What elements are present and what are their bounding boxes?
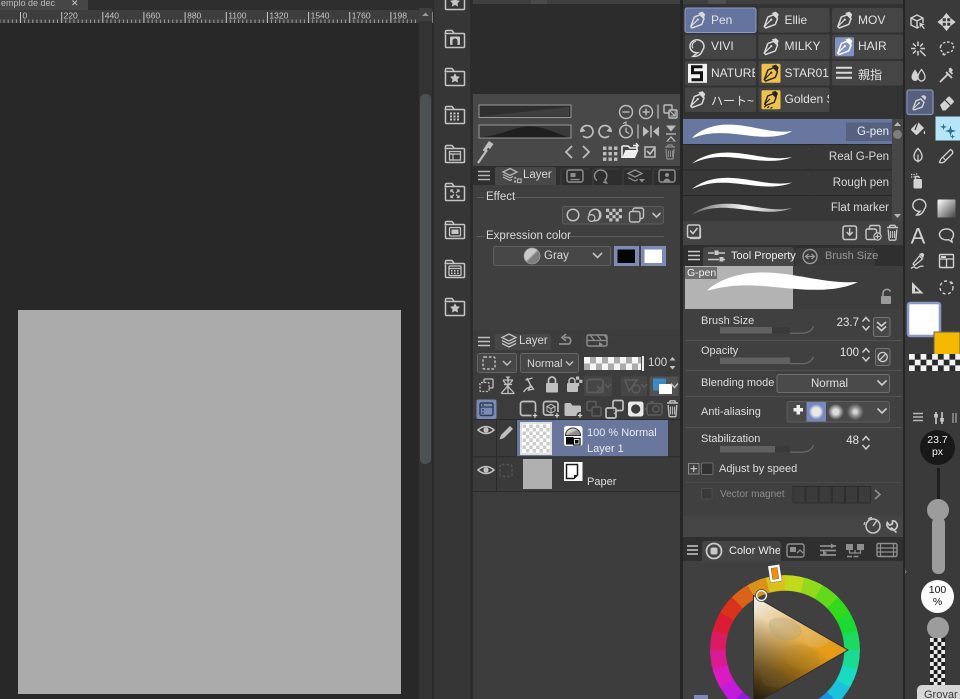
svg-text:220: 220 [64, 11, 78, 21]
svg-text:0: 0 [23, 11, 28, 21]
svg-text:1540: 1540 [311, 11, 330, 21]
svg-text:1760: 1760 [352, 11, 371, 21]
svg-text:A: A [911, 224, 926, 249]
svg-text:1320: 1320 [269, 11, 288, 21]
svg-text:880: 880 [187, 11, 201, 21]
svg-text:1100: 1100 [228, 11, 247, 21]
svg-text:198: 198 [393, 11, 407, 21]
svg-text:660: 660 [146, 11, 160, 21]
svg-text:440: 440 [105, 11, 119, 21]
